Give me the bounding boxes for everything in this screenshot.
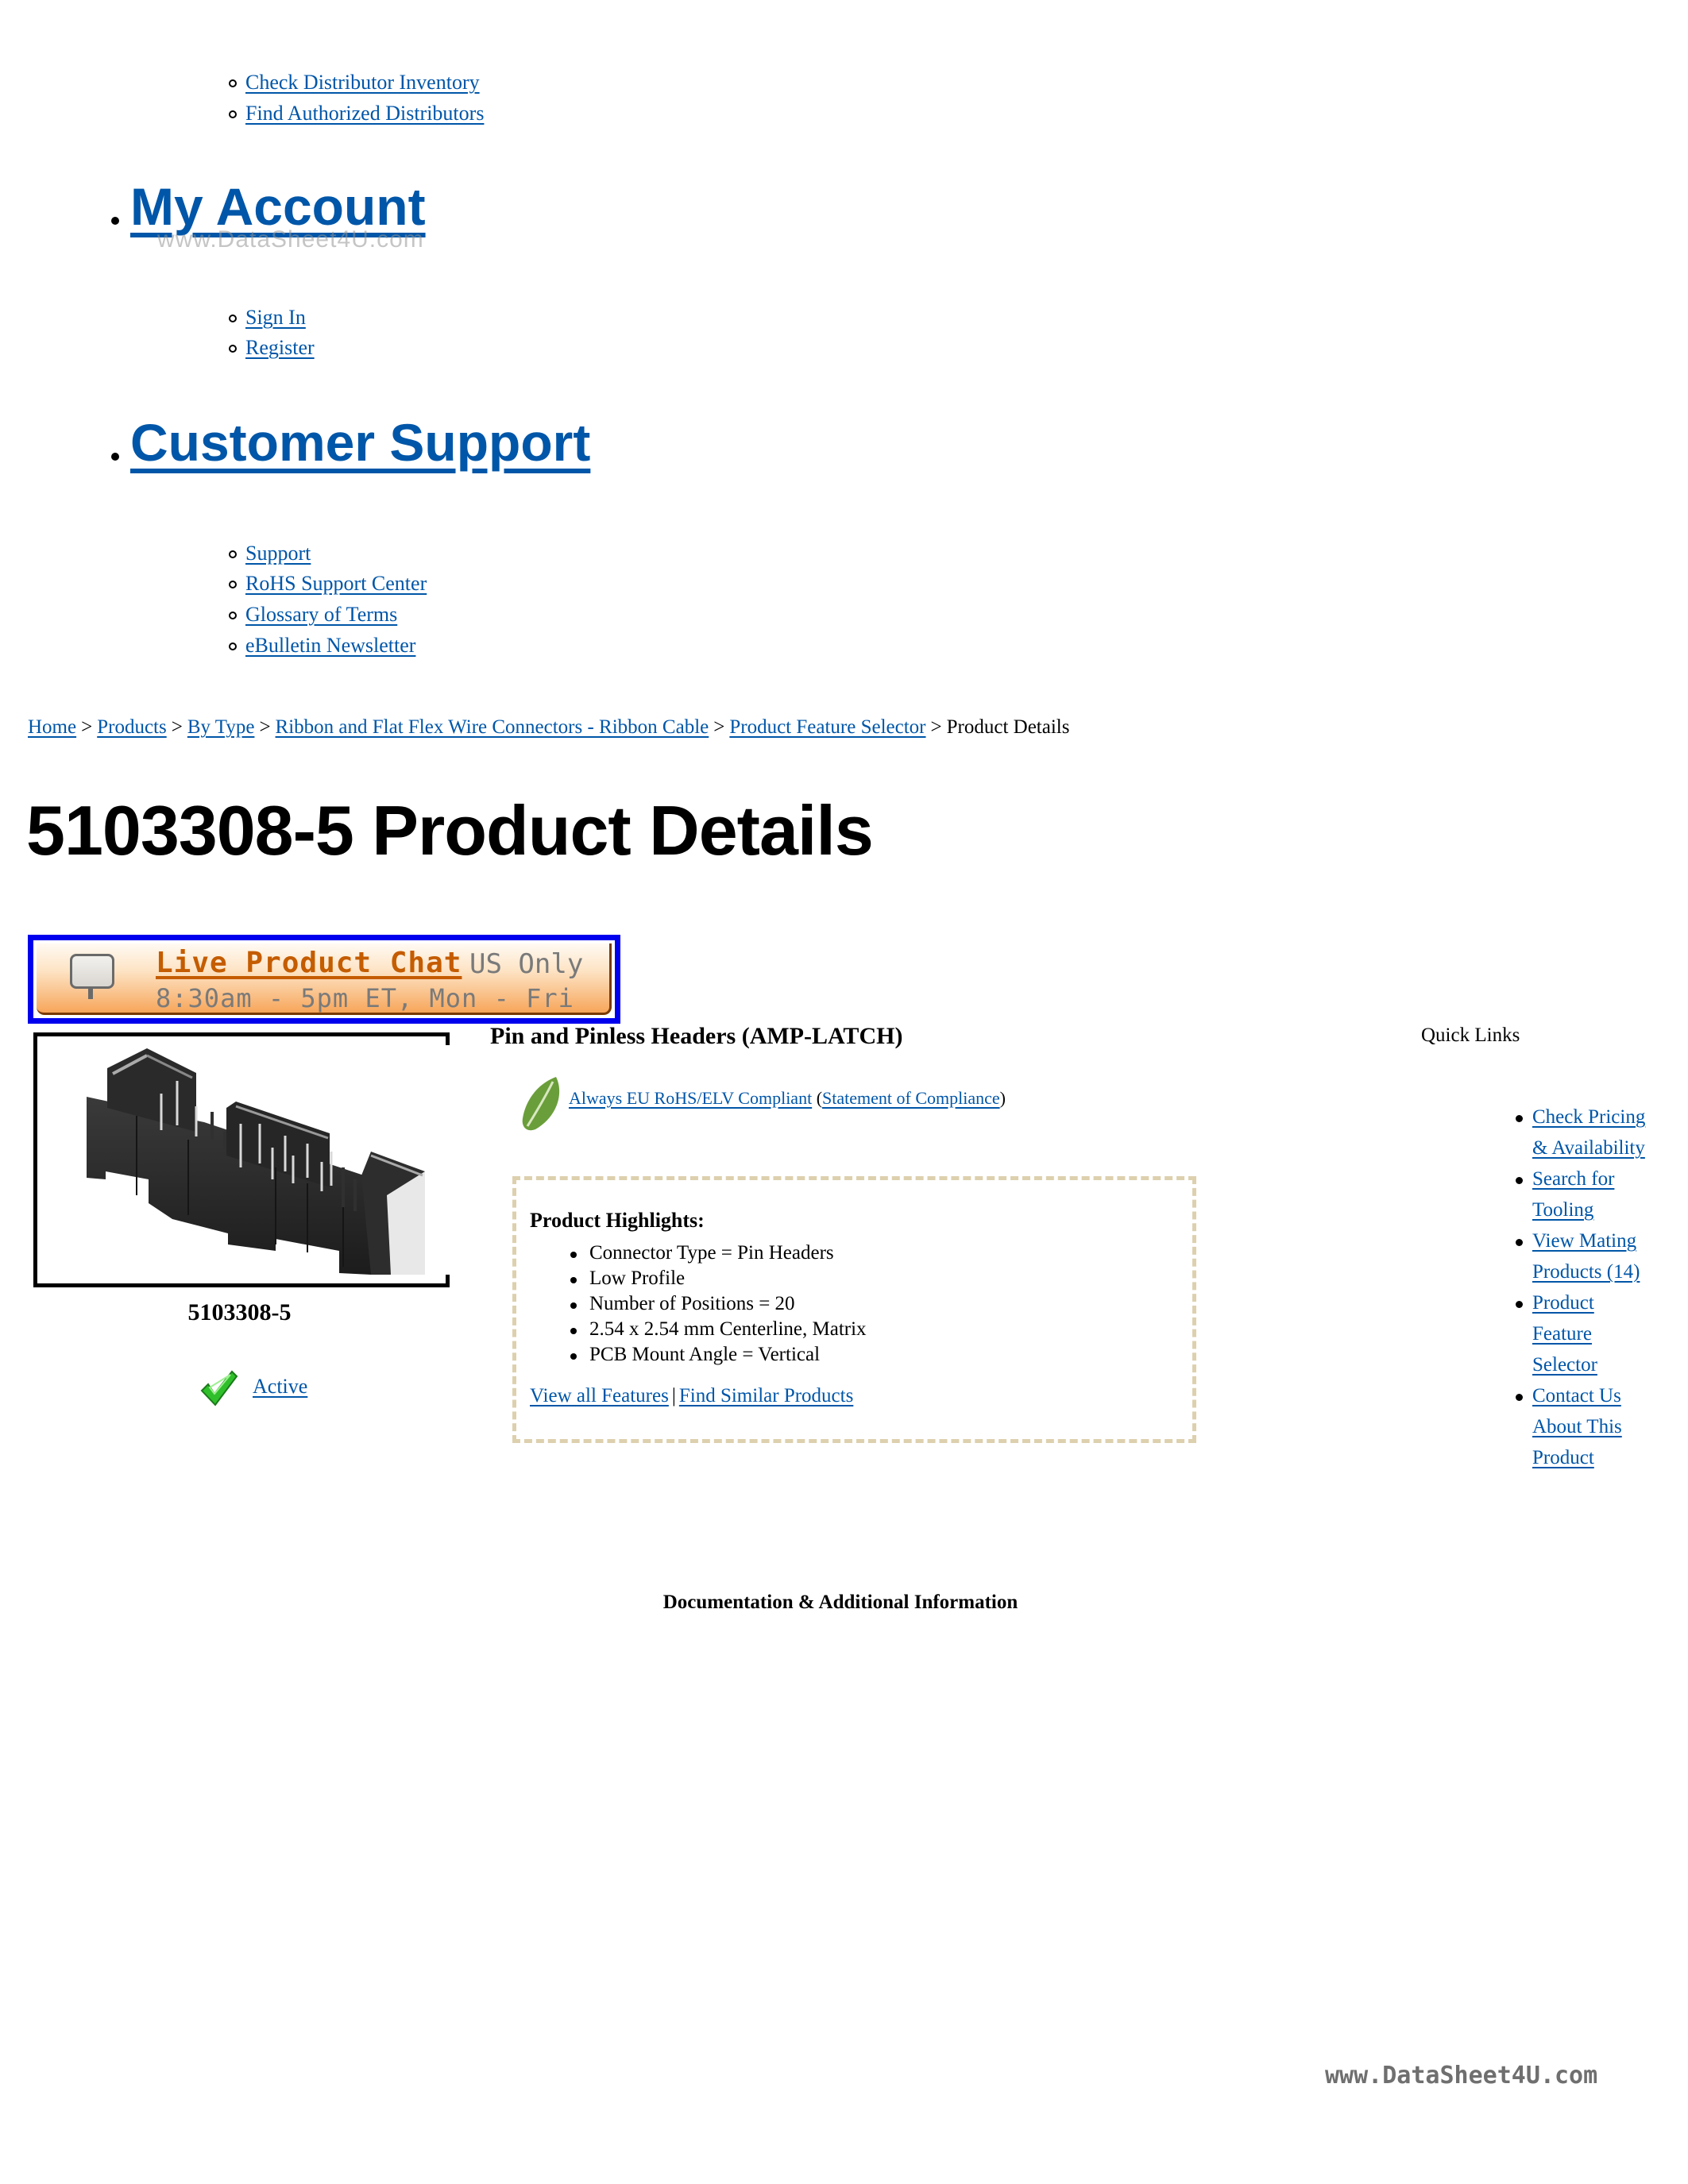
breadcrumb-by-type[interactable]: By Type [187, 716, 255, 738]
rohs-compliance: Always EU RoHS/ELV Compliant (Statement … [518, 1075, 1006, 1136]
link-divider: | [671, 1385, 676, 1406]
sign-in-link[interactable]: Sign In [245, 306, 306, 329]
quick-link-item: Search for Tooling [1513, 1163, 1656, 1225]
paren: ) [999, 1088, 1006, 1108]
chat-region: US Only [469, 948, 584, 980]
breadcrumb-separator: > [930, 716, 942, 738]
breadcrumb-separator: > [171, 716, 183, 738]
product-highlights-box: Product Highlights: Connector Type = Pin… [512, 1176, 1196, 1443]
speech-bubble-icon [70, 954, 114, 999]
circle-bullet-icon [229, 314, 237, 323]
highlight-item: Number of Positions = 20 [570, 1291, 867, 1317]
documentation-heading: Documentation & Additional Information [662, 1592, 1018, 1613]
rohs-compliant-link[interactable]: Always EU RoHS/ELV Compliant [569, 1088, 812, 1108]
green-leaf-icon [522, 1077, 560, 1131]
rohs-support-center-link[interactable]: RoHS Support Center [245, 572, 427, 595]
product-image [33, 1032, 450, 1287]
circle-bullet-icon [229, 110, 237, 119]
breadcrumb-ribbon-cable[interactable]: Ribbon and Flat Flex Wire Connectors - R… [276, 716, 709, 738]
find-authorized-distributors-link[interactable]: Find Authorized Distributors [245, 102, 484, 125]
circle-bullet-icon [229, 581, 237, 589]
product-status: Active [199, 1368, 307, 1412]
quick-link-item: Check Pricing & Availability [1513, 1102, 1656, 1163]
status-active-link[interactable]: Active [253, 1375, 307, 1399]
page-title: 5103308-5 Product Details [26, 791, 874, 870]
register-link[interactable]: Register [245, 336, 315, 359]
highlights-list: Connector Type = Pin Headers Low Profile… [570, 1241, 867, 1368]
circle-bullet-icon [229, 642, 237, 651]
highlight-item: Low Profile [570, 1266, 867, 1291]
breadcrumb-separator: > [81, 716, 93, 738]
breadcrumb-separator: > [259, 716, 271, 738]
quick-links-title: Quick Links [1421, 1024, 1520, 1046]
list-item-sign-in: Sign In [229, 305, 306, 330]
view-all-features-link[interactable]: View all Features [530, 1385, 669, 1406]
highlight-item: PCB Mount Angle = Vertical [570, 1342, 867, 1368]
breadcrumb-products[interactable]: Products [97, 716, 167, 738]
list-item-find-authorized-distributors: Find Authorized Distributors [229, 101, 484, 126]
quick-link-item: Product Feature Selector [1513, 1287, 1656, 1380]
circle-bullet-icon [229, 550, 237, 559]
circle-bullet-icon [229, 79, 237, 88]
bullet-icon [111, 453, 119, 461]
list-item-ebulletin: eBulletin Newsletter [229, 633, 415, 658]
rohs-text: Always EU RoHS/ELV Compliant (Statement … [569, 1088, 1006, 1109]
green-checkmark-icon [200, 1370, 238, 1406]
check-pricing-availability-link[interactable]: Check Pricing & Availability [1532, 1102, 1651, 1163]
customer-support-link[interactable]: Customer Support [130, 413, 590, 472]
contact-us-link[interactable]: Contact Us About This Product [1532, 1380, 1651, 1473]
connector-photo-icon [37, 1036, 444, 1283]
bullet-icon [111, 217, 119, 225]
chat-banner-background: Live Product Chat US Only 8:30am - 5pm E… [37, 943, 612, 1015]
quick-link-item: Contact Us About This Product [1513, 1380, 1656, 1473]
highlight-item: Connector Type = Pin Headers [570, 1241, 867, 1266]
part-number: 5103308-5 [187, 1299, 292, 1325]
paren: ( [816, 1088, 823, 1108]
live-product-chat-banner[interactable]: Live Product Chat US Only 8:30am - 5pm E… [28, 935, 620, 1024]
list-item-register: Register [229, 335, 315, 361]
product-feature-selector-link[interactable]: Product Feature Selector [1532, 1287, 1651, 1380]
chat-title[interactable]: Live Product Chat [156, 947, 462, 979]
list-item-check-distributor-inventory: Check Distributor Inventory [229, 70, 480, 95]
search-for-tooling-link[interactable]: Search for Tooling [1532, 1163, 1651, 1225]
highlights-title: Product Highlights: [530, 1209, 705, 1232]
ebulletin-newsletter-link[interactable]: eBulletin Newsletter [245, 634, 415, 657]
image-frame-corner [446, 1032, 450, 1045]
find-similar-products-link[interactable]: Find Similar Products [679, 1385, 853, 1406]
highlight-item: 2.54 x 2.54 mm Centerline, Matrix [570, 1317, 867, 1342]
glossary-of-terms-link[interactable]: Glossary of Terms [245, 603, 397, 626]
product-type-title: Pin and Pinless Headers (AMP-LATCH) [490, 1023, 903, 1049]
image-frame-corner [446, 1275, 450, 1287]
circle-bullet-icon [229, 612, 237, 620]
customer-support-section-heading: Customer Support [111, 412, 590, 473]
list-item-support: Support [229, 541, 311, 566]
breadcrumb-separator: > [713, 716, 725, 738]
list-item-rohs-support-center: RoHS Support Center [229, 571, 427, 596]
breadcrumb-home[interactable]: Home [28, 716, 76, 738]
ghost-watermark: www.DataSheet4U.com [157, 226, 424, 253]
breadcrumb-product-feature-selector[interactable]: Product Feature Selector [729, 716, 925, 738]
quick-links-list: Check Pricing & Availability Search for … [1513, 1102, 1656, 1473]
circle-bullet-icon [229, 345, 237, 353]
chat-hours: 8:30am - 5pm ET, Mon - Fri [156, 983, 574, 1013]
quick-link-item: View Mating Products (14) [1513, 1225, 1656, 1287]
breadcrumb-current: Product Details [946, 716, 1070, 738]
support-link[interactable]: Support [245, 542, 311, 565]
footer-watermark: www.DataSheet4U.com [1325, 2062, 1598, 2089]
breadcrumb: Home > Products > By Type > Ribbon and Flat Fl… [28, 716, 1069, 739]
statement-of-compliance-link[interactable]: Statement of Compliance [822, 1088, 1000, 1108]
list-item-glossary: Glossary of Terms [229, 602, 397, 627]
check-distributor-inventory-link[interactable]: Check Distributor Inventory [245, 71, 480, 94]
view-mating-products-link[interactable]: View Mating Products (14) [1532, 1225, 1651, 1287]
highlights-links: View all Features | Find Similar Products [530, 1385, 853, 1407]
